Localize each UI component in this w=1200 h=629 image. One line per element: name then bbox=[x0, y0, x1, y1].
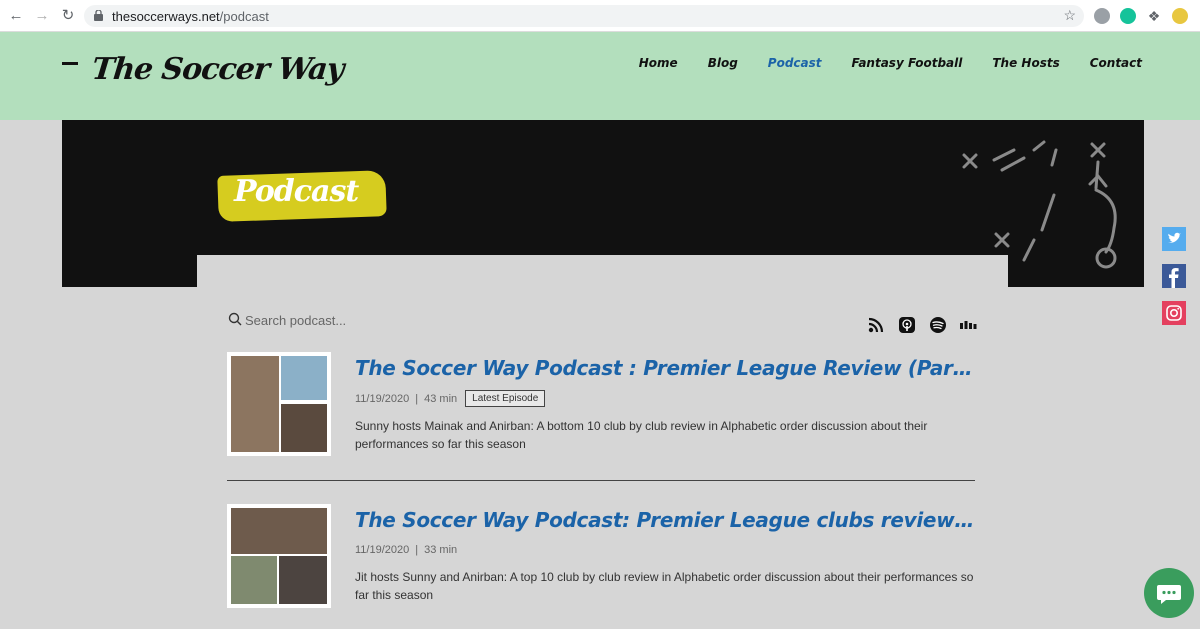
meta-separator: | bbox=[415, 544, 419, 556]
bookmark-star-icon[interactable]: ☆ bbox=[1063, 7, 1076, 24]
instagram-icon[interactable] bbox=[1162, 301, 1186, 325]
search-input[interactable] bbox=[245, 310, 545, 330]
meta-separator: | bbox=[415, 392, 419, 405]
host-photo bbox=[231, 356, 279, 452]
menu-icon[interactable] bbox=[62, 62, 78, 65]
episode-meta: 11/19/2020 | 43 min Latest Episode bbox=[355, 390, 546, 407]
episode-duration: 33 min bbox=[424, 544, 458, 556]
grammarly-icon[interactable] bbox=[1120, 8, 1136, 24]
host-photo bbox=[231, 508, 327, 554]
episode-title[interactable]: The Soccer Way Podcast: Premier League c… bbox=[355, 508, 975, 532]
host-photo bbox=[281, 356, 327, 400]
site-header: The Soccer Way Home Blog Podcast Fantasy… bbox=[0, 32, 1200, 120]
search-icon bbox=[228, 312, 242, 326]
nav-fantasy-football[interactable]: Fantasy Football bbox=[852, 56, 963, 70]
castbox-icon[interactable] bbox=[959, 316, 979, 334]
hero-title: Podcast bbox=[234, 174, 359, 209]
rss-icon[interactable] bbox=[866, 316, 886, 334]
nav-home[interactable]: Home bbox=[639, 56, 678, 70]
apple-podcasts-icon[interactable] bbox=[897, 316, 917, 334]
address-bar[interactable]: thesoccerways.net/podcast ☆ bbox=[84, 5, 1084, 27]
nav-podcast[interactable]: Podcast bbox=[768, 56, 822, 70]
host-photo bbox=[281, 404, 327, 452]
episode-thumbnail[interactable] bbox=[227, 504, 331, 608]
reload-icon[interactable]: ↻ bbox=[60, 8, 76, 24]
url-text: thesoccerways.net/podcast bbox=[112, 9, 269, 24]
site-logo[interactable]: The Soccer Way bbox=[90, 52, 345, 87]
host-photo bbox=[279, 556, 327, 604]
lock-icon bbox=[94, 10, 103, 21]
browser-toolbar: ← → ↻ thesoccerways.net/podcast ☆ ❖ bbox=[0, 0, 1200, 32]
episode-description: Sunny hosts Mainak and Anirban: A bottom… bbox=[355, 419, 928, 451]
episode-description: Jit hosts Sunny and Anirban: A top 10 cl… bbox=[355, 570, 974, 602]
nav-blog[interactable]: Blog bbox=[708, 56, 738, 70]
episode-item[interactable]: The Soccer Way Podcast : Premier League … bbox=[227, 352, 975, 462]
latest-episode-badge: Latest Episode bbox=[465, 390, 546, 407]
episode-item[interactable]: The Soccer Way Podcast: Premier League c… bbox=[227, 504, 975, 612]
back-icon[interactable]: ← bbox=[8, 8, 24, 24]
episode-meta: 11/19/2020 | 33 min bbox=[355, 544, 457, 556]
episode-divider bbox=[227, 480, 975, 481]
main-nav: Home Blog Podcast Fantasy Football The H… bbox=[609, 56, 1142, 70]
episode-title[interactable]: The Soccer Way Podcast : Premier League … bbox=[355, 356, 975, 380]
globe-icon[interactable] bbox=[1094, 8, 1110, 24]
nav-the-hosts[interactable]: The Hosts bbox=[992, 56, 1059, 70]
episode-thumbnail[interactable] bbox=[227, 352, 331, 456]
forward-icon[interactable]: → bbox=[34, 8, 50, 24]
subscribe-links bbox=[866, 316, 979, 334]
nav-contact[interactable]: Contact bbox=[1090, 56, 1142, 70]
spotify-icon[interactable] bbox=[928, 316, 948, 334]
episode-duration: 43 min bbox=[424, 392, 458, 405]
host-photo bbox=[231, 556, 277, 604]
profile-avatar[interactable] bbox=[1172, 8, 1188, 24]
chat-widget-button[interactable] bbox=[1144, 568, 1194, 618]
twitter-icon[interactable] bbox=[1162, 227, 1186, 251]
facebook-icon[interactable] bbox=[1162, 264, 1186, 288]
url-host: thesoccerways.net bbox=[112, 9, 220, 24]
extensions-icon[interactable]: ❖ bbox=[1146, 8, 1162, 24]
url-path: /podcast bbox=[219, 9, 269, 24]
episode-date: 11/19/2020 bbox=[355, 392, 410, 405]
chat-bubble-icon bbox=[1157, 585, 1181, 604]
episode-date: 11/19/2020 bbox=[355, 544, 410, 556]
